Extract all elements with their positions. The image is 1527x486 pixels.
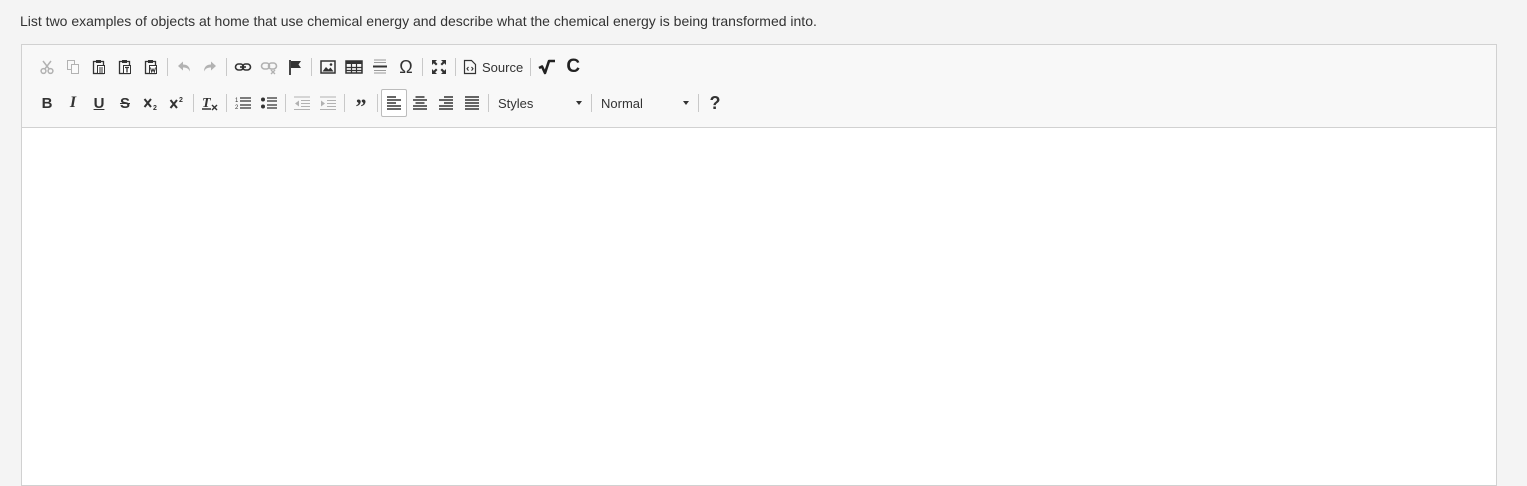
underline-icon[interactable]: U (86, 89, 112, 117)
italic-icon[interactable]: I (60, 89, 86, 117)
help-label: ? (709, 92, 721, 113)
justify-icon[interactable] (459, 89, 485, 117)
toolbar-separator (193, 94, 194, 112)
help-icon[interactable]: ? (702, 89, 728, 117)
strikethrough-icon[interactable]: S (112, 89, 138, 117)
horizontal-line-icon[interactable] (367, 53, 393, 81)
image-icon[interactable] (315, 53, 341, 81)
undo-icon[interactable] (171, 53, 197, 81)
editor-toolbar: Ω Source C B I U S 2 2 T 1 2 ” Styles No… (22, 45, 1496, 128)
paste-icon[interactable] (86, 53, 112, 81)
special-character-icon[interactable]: Ω (393, 53, 419, 81)
source-icon (463, 59, 477, 75)
toolbar-row-2: B I U S 2 2 T 12 ” Styles Normal ? (34, 89, 728, 118)
svg-text:1: 1 (235, 98, 239, 104)
superscript-icon[interactable]: 2 (164, 89, 190, 117)
paste-text-icon[interactable] (112, 53, 138, 81)
paste-from-word-icon[interactable] (138, 53, 164, 81)
maximize-icon[interactable] (426, 53, 452, 81)
bold-icon[interactable]: B (34, 89, 60, 117)
toolbar-separator (455, 58, 456, 76)
question-text: List two examples of objects at home tha… (20, 13, 817, 29)
toolbar-separator (698, 94, 699, 112)
decrease-indent-icon[interactable] (289, 89, 315, 117)
remove-format-icon[interactable]: T (197, 89, 223, 117)
unlink-icon[interactable] (256, 53, 282, 81)
format-dropdown-label: Normal (601, 95, 643, 111)
toolbar-separator (422, 58, 423, 76)
svg-text:2: 2 (153, 105, 157, 111)
align-left-icon[interactable] (381, 89, 407, 117)
increase-indent-icon[interactable] (315, 89, 341, 117)
toolbar-separator (311, 58, 312, 76)
link-icon[interactable] (230, 53, 256, 81)
toolbar-separator (285, 94, 286, 112)
math-square-root-icon[interactable] (534, 53, 560, 81)
blockquote-icon[interactable]: ” (348, 89, 374, 118)
format-dropdown[interactable]: Normal (595, 90, 695, 116)
cut-icon[interactable] (34, 53, 60, 81)
bulleted-list-icon[interactable] (256, 89, 282, 117)
subscript-icon[interactable]: 2 (138, 89, 164, 117)
toolbar-separator (226, 94, 227, 112)
chevron-down-icon (576, 101, 582, 105)
svg-text:2: 2 (235, 105, 239, 111)
styles-dropdown[interactable]: Styles (492, 90, 588, 116)
align-center-icon[interactable] (407, 89, 433, 117)
align-right-icon[interactable] (433, 89, 459, 117)
toolbar-separator (344, 94, 345, 112)
toolbar-separator (530, 58, 532, 76)
table-icon[interactable] (341, 53, 367, 81)
toolbar-separator (167, 58, 168, 76)
svg-text:2: 2 (179, 97, 183, 104)
toolbar-separator (488, 94, 489, 112)
chemistry-icon[interactable]: C (560, 53, 586, 81)
source-button-label: Source (482, 59, 524, 75)
toolbar-separator (591, 94, 592, 112)
redo-icon[interactable] (197, 53, 223, 81)
rich-text-editor: Ω Source C B I U S 2 2 T 1 2 ” Styles No… (21, 44, 1497, 486)
chevron-down-icon (683, 101, 689, 105)
toolbar-row-1: Ω Source C (34, 53, 586, 81)
toolbar-separator (377, 94, 378, 112)
source-button[interactable]: Source (459, 53, 527, 81)
editor-content-area[interactable] (22, 128, 1496, 485)
numbered-list-icon[interactable]: 12 (230, 89, 256, 117)
anchor-flag-icon[interactable] (282, 53, 308, 81)
styles-dropdown-label: Styles (498, 95, 534, 111)
copy-icon[interactable] (60, 53, 86, 81)
toolbar-separator (226, 58, 227, 76)
